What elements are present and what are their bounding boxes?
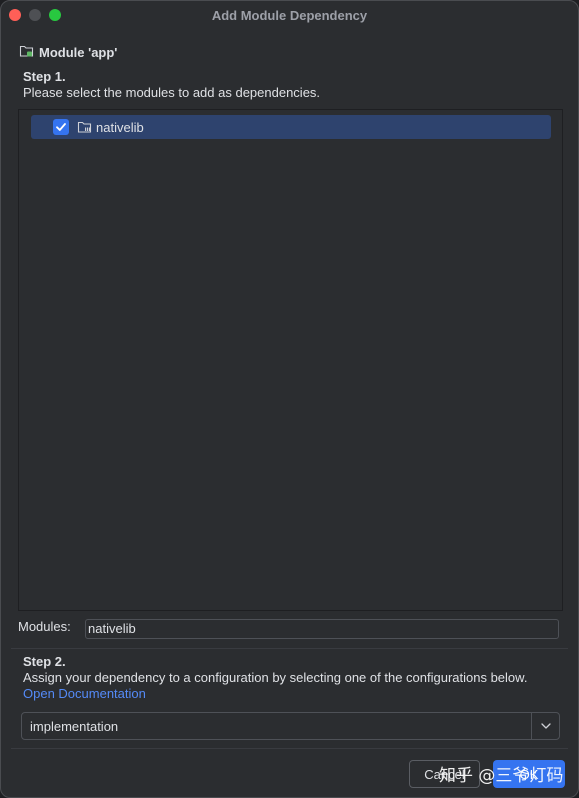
configuration-value: implementation — [30, 718, 119, 734]
configuration-select[interactable]: implementation — [21, 712, 560, 740]
close-window-button[interactable] — [9, 9, 21, 21]
minimize-window-button[interactable] — [29, 9, 41, 21]
modules-input[interactable]: nativelib — [85, 619, 559, 639]
dialog-window: Add Module Dependency Module 'app' Step … — [0, 0, 579, 798]
module-label: Module 'app' — [39, 44, 118, 60]
dialog-title: Add Module Dependency — [211, 7, 368, 23]
step2-description: Assign your dependency to a configuratio… — [23, 670, 528, 685]
checkmark-icon — [56, 123, 66, 131]
step1-description: Please select the modules to add as depe… — [23, 85, 321, 100]
modules-label: Modules: — [18, 619, 71, 634]
window-controls — [9, 9, 61, 21]
nativelib-checkbox[interactable] — [53, 119, 69, 135]
divider — [11, 748, 568, 749]
step2-section: Step 2. Assign your dependency to a conf… — [23, 654, 527, 702]
module-folder-icon — [19, 43, 34, 61]
modules-field-row: Modules: nativelib — [18, 619, 559, 639]
maximize-window-button[interactable] — [49, 9, 61, 21]
tree-item-nativelib[interactable]: nativelib — [31, 115, 551, 139]
step1-title: Step 1. — [23, 69, 66, 84]
step1-section: Step 1. Please select the modules to add… — [23, 69, 320, 101]
module-tree[interactable]: nativelib — [18, 109, 563, 611]
watermark: 知乎 @三爷灯码 — [439, 766, 564, 786]
module-header: Module 'app' — [19, 43, 117, 61]
tree-item-label: nativelib — [96, 119, 144, 135]
divider — [11, 648, 568, 649]
title-bar: Add Module Dependency — [1, 1, 578, 29]
module-folder-icon — [77, 120, 92, 134]
step2-title: Step 2. — [23, 654, 66, 669]
open-documentation-link[interactable]: Open Documentation — [23, 686, 527, 702]
chevron-down-icon[interactable] — [531, 713, 559, 739]
